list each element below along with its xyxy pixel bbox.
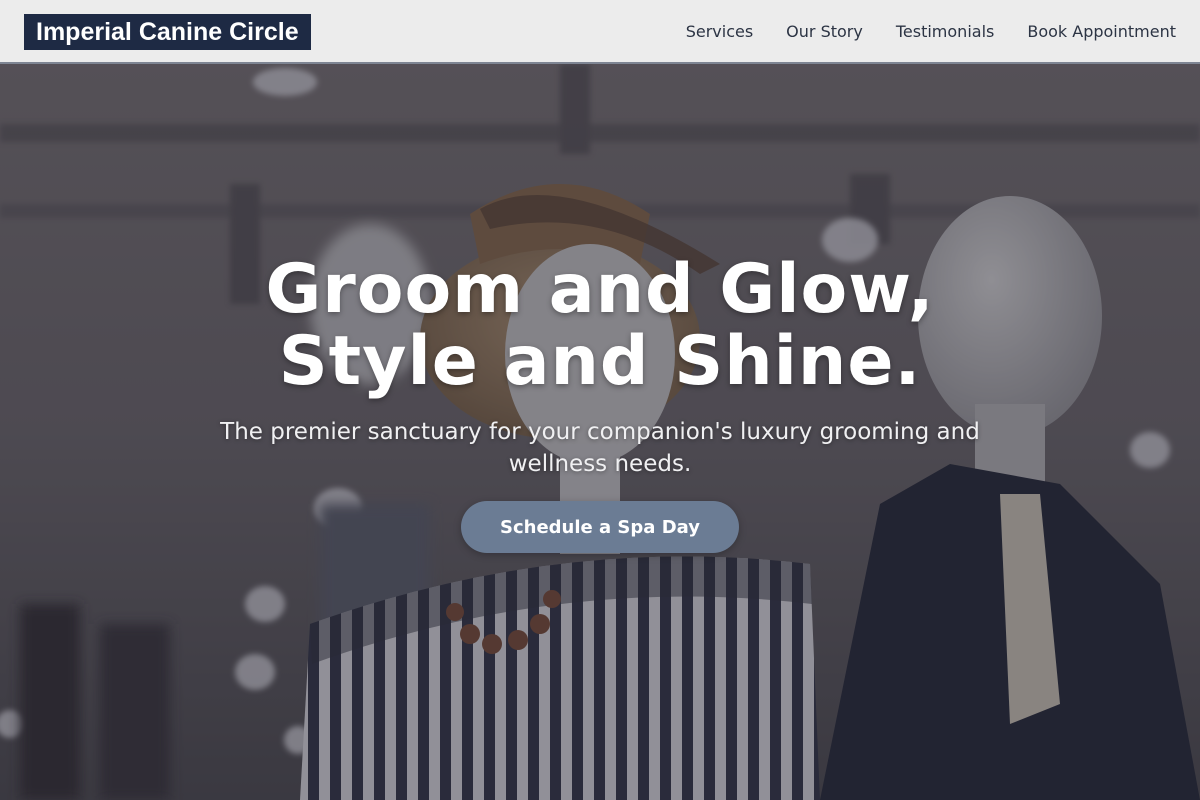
schedule-spa-day-button[interactable]: Schedule a Spa Day (461, 501, 739, 553)
hero-subheadline: The premier sanctuary for your companion… (220, 419, 980, 477)
hero-headline-line-2: Style and Shine. (278, 322, 922, 401)
hero-content: Groom and Glow, Style and Shine. The pre… (0, 64, 1200, 800)
hero-headline: Groom and Glow, Style and Shine. (100, 254, 1100, 398)
nav-link-services[interactable]: Services (686, 22, 753, 41)
site-header: Imperial Canine Circle Services Our Stor… (0, 0, 1200, 64)
main-nav: Services Our Story Testimonials Book App… (686, 0, 1176, 62)
nav-link-book-appointment[interactable]: Book Appointment (1027, 22, 1176, 41)
hero-headline-line-1: Groom and Glow, (265, 250, 935, 329)
nav-link-our-story[interactable]: Our Story (786, 22, 863, 41)
brand-logo[interactable]: Imperial Canine Circle (24, 14, 311, 50)
hero-section: Groom and Glow, Style and Shine. The pre… (0, 64, 1200, 800)
landing-page: Imperial Canine Circle Services Our Stor… (0, 0, 1200, 800)
nav-link-testimonials[interactable]: Testimonials (896, 22, 995, 41)
